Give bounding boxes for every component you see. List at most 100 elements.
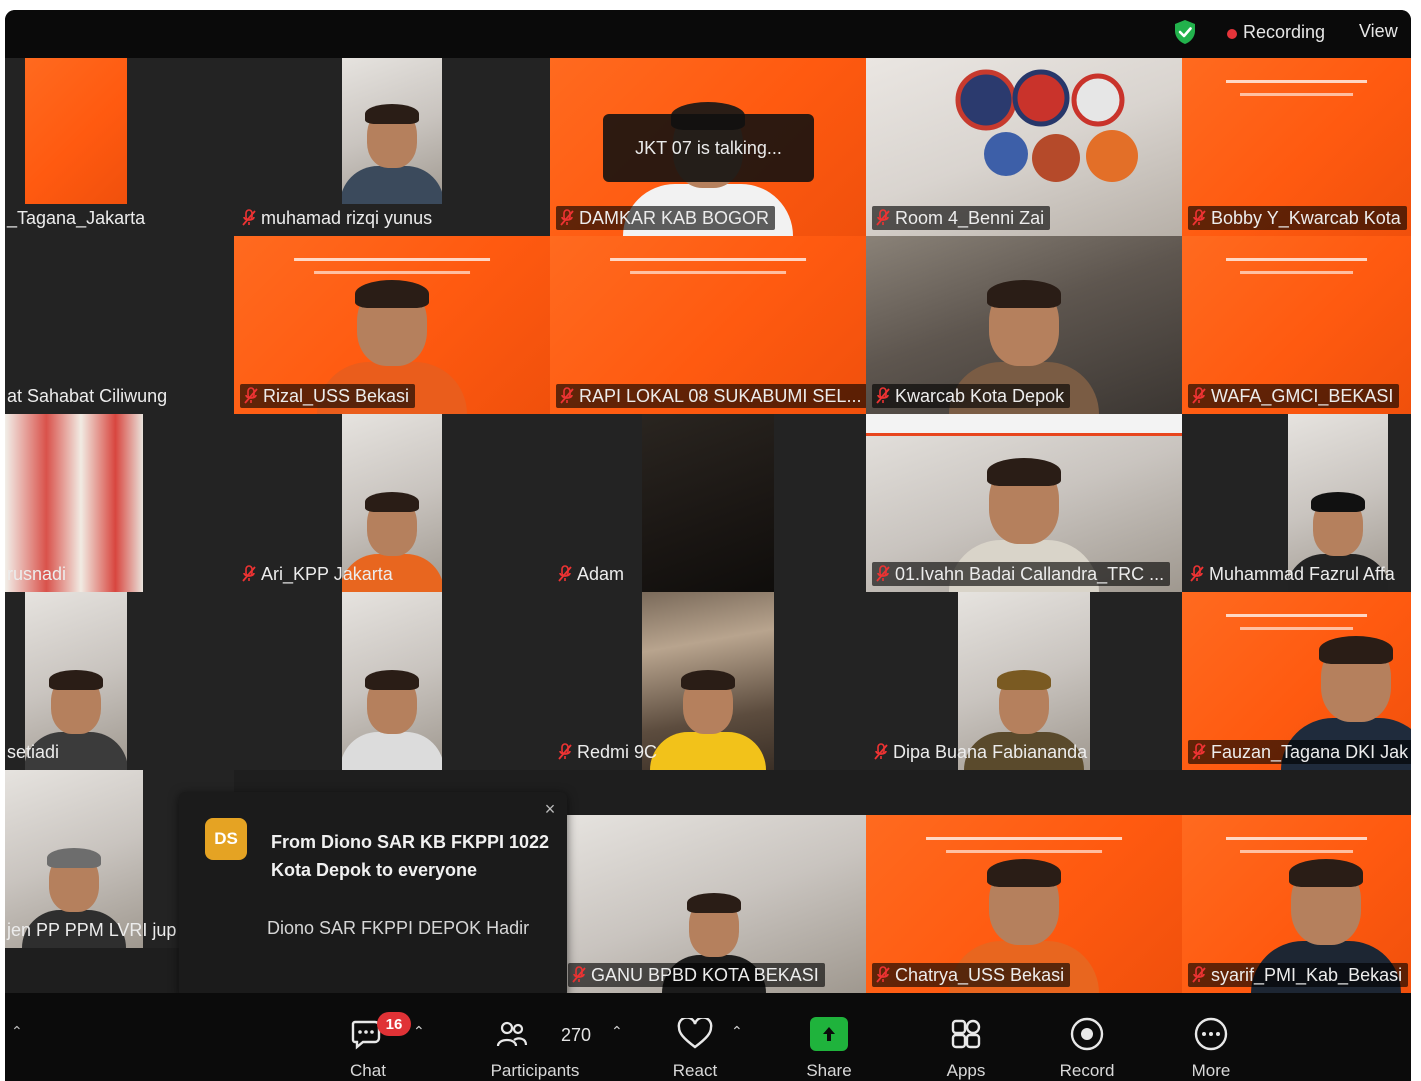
participant-name: Kwarcab Kota Depok: [895, 385, 1065, 406]
video-tile[interactable]: RAPI LOKAL 08 SUKABUMI SEL...: [550, 236, 866, 414]
participant-figure: [650, 670, 766, 770]
slide-title-graphic: [1225, 258, 1368, 288]
video-tile[interactable]: Dipa Buana Fabiananda: [866, 592, 1182, 770]
close-icon[interactable]: ×: [539, 798, 561, 820]
video-tile[interactable]: Ari_KPP Jakarta: [234, 414, 550, 592]
participant-name: WAFA_GMCI_BEKASI: [1211, 385, 1394, 406]
video-tile[interactable]: _Tagana_Jakarta: [5, 58, 234, 236]
top-bar: Recording View: [5, 10, 1411, 58]
participant-name: Ari_KPP Jakarta: [261, 563, 393, 584]
banner-strip: [866, 414, 1182, 436]
mic-muted-icon: [1192, 209, 1206, 227]
participant-name: Bobby Y_Kwarcab Kota: [1211, 207, 1401, 228]
participant-figure: [342, 670, 442, 770]
participant-name-tag: Dipa Buana Fabiananda: [872, 740, 1093, 764]
participant-name: muhamad rizqi yunus: [261, 207, 433, 228]
participants-count: 270: [561, 1025, 592, 1045]
mic-muted-icon: [242, 209, 256, 227]
mic-muted-icon: [1192, 743, 1206, 761]
view-button[interactable]: View: [1359, 21, 1398, 42]
zoom-meeting-window: Recording View _Tagana_Jakarta muhamad r…: [5, 10, 1411, 1081]
video-tile[interactable]: Chatrya_USS Bekasi: [866, 815, 1182, 993]
apps-button[interactable]: Apps: [941, 993, 991, 1081]
participant-name-tag: Kwarcab Kota Depok: [872, 384, 1071, 408]
record-icon: [1069, 1015, 1105, 1053]
participant-name-tag: rusnadi: [5, 562, 72, 586]
participant-name-tag: at Sahabat Ciliwung: [5, 384, 173, 408]
shield-check-icon[interactable]: [1173, 19, 1197, 45]
video-tile[interactable]: Fauzan_Tagana DKI Jak: [1182, 592, 1411, 770]
participant-name-tag: Room 4_Benni Zai: [872, 206, 1051, 230]
chevron-up-icon[interactable]: ⌃: [731, 1023, 743, 1040]
video-tile[interactable]: Kwarcab Kota Depok: [866, 236, 1182, 414]
participant-name: rusnadi: [7, 563, 67, 584]
mic-muted-icon: [1190, 565, 1204, 583]
video-tile[interactable]: Rizal_USS Bekasi: [234, 236, 550, 414]
chevron-up-icon[interactable]: ⌃: [11, 1023, 23, 1040]
apps-icon: [949, 1015, 983, 1053]
video-tile[interactable]: at Sahabat Ciliwung: [5, 236, 234, 414]
video-tile[interactable]: muhamad rizqi yunus: [234, 58, 550, 236]
react-button[interactable]: React: [669, 993, 721, 1081]
mic-muted-icon: [558, 743, 572, 761]
record-button[interactable]: Record: [1055, 993, 1119, 1081]
video-tile[interactable]: Muhammad Fazrul Affa: [1182, 414, 1411, 592]
react-label: React: [672, 1061, 718, 1080]
more-label: More: [1191, 1061, 1231, 1080]
participant-name-tag: Fauzan_Tagana DKI Jak: [1188, 740, 1411, 764]
participant-name: Muhammad Fazrul Affa: [1209, 563, 1395, 584]
video-tile[interactable]: rusnadi: [5, 414, 234, 592]
participant-name: RAPI LOKAL 08 SUKABUMI SEL...: [579, 385, 862, 406]
chevron-up-icon[interactable]: ⌃: [611, 1023, 623, 1040]
chat-sender-line: From Diono SAR KB FKPPI 1022 Kota Depok …: [271, 832, 550, 880]
mic-muted-icon: [560, 387, 574, 405]
video-tile[interactable]: Redmi 9C: [550, 592, 866, 770]
participant-name: Fauzan_Tagana DKI Jak: [1211, 741, 1409, 762]
video-tile[interactable]: GANU BPBD KOTA BEKASI: [562, 815, 866, 993]
mic-muted-icon: [244, 387, 258, 405]
mic-muted-icon: [1192, 966, 1206, 984]
video-tile[interactable]: 01.Ivahn Badai Callandra_TRC ...: [866, 414, 1182, 592]
video-tile[interactable]: Bobby Y_Kwarcab Kota: [1182, 58, 1411, 236]
video-tile[interactable]: WAFA_GMCI_BEKASI: [1182, 236, 1411, 414]
participant-name: Dipa Buana Fabiananda: [893, 741, 1088, 762]
mic-muted-icon: [1192, 387, 1206, 405]
shared-slide: [25, 58, 127, 204]
participant-name-tag: muhamad rizqi yunus: [240, 206, 438, 230]
participant-name-tag: WAFA_GMCI_BEKASI: [1188, 384, 1400, 408]
participant-name: Rizal_USS Bekasi: [263, 385, 410, 406]
slide-title-graphic: [610, 258, 806, 288]
video-tile[interactable]: [234, 592, 550, 770]
share-button[interactable]: Share: [803, 993, 855, 1081]
recording-label[interactable]: Recording: [1243, 22, 1325, 43]
participant-name: DAMKAR KAB BOGOR: [579, 207, 770, 228]
participant-name-tag: RAPI LOKAL 08 SUKABUMI SEL...: [556, 384, 866, 408]
participant-name: _Tagana_Jakarta: [7, 207, 146, 228]
participant-name-tag: _Tagana_Jakarta: [5, 206, 151, 230]
chat-notification-popup[interactable]: DS From Diono SAR KB FKPPI 1022 Kota Dep…: [179, 792, 567, 1008]
participant-name-tag: 01.Ivahn Badai Callandra_TRC ...: [872, 562, 1171, 586]
participant-name: Room 4_Benni Zai: [895, 207, 1045, 228]
chevron-up-icon[interactable]: ⌃: [413, 1023, 425, 1040]
camera-feed: [342, 58, 442, 204]
participant-name: jen PP PPM LVRI jup: [7, 919, 177, 940]
participant-name: at Sahabat Ciliwung: [7, 385, 168, 406]
participant-name-tag: jen PP PPM LVRI jup: [5, 918, 182, 942]
participant-name: Chatrya_USS Bekasi: [895, 964, 1065, 985]
participant-name: Redmi 9C: [577, 741, 658, 762]
video-tile[interactable]: setiadi: [5, 592, 234, 770]
participant-name-tag: setiadi: [5, 740, 65, 764]
chat-button[interactable]: Chat: [335, 993, 401, 1081]
video-tile[interactable]: Room 4_Benni Zai: [866, 58, 1182, 236]
camera-feed: [642, 414, 774, 592]
more-button[interactable]: More: [1189, 993, 1233, 1081]
slide-title-graphic: [1225, 80, 1368, 110]
video-tile[interactable]: Adam: [550, 414, 866, 592]
video-tile[interactable]: syarif_PMI_Kab_Bekasi: [1182, 815, 1411, 993]
participant-name-tag: GANU BPBD KOTA BEKASI: [568, 963, 825, 987]
participant-name: GANU BPBD KOTA BEKASI: [591, 964, 819, 985]
mic-muted-icon: [876, 209, 890, 227]
active-speaker-indicator: JKT 07 is talking...: [603, 114, 814, 182]
participant-name: Adam: [577, 563, 625, 584]
share-screen-icon: [810, 1017, 848, 1051]
